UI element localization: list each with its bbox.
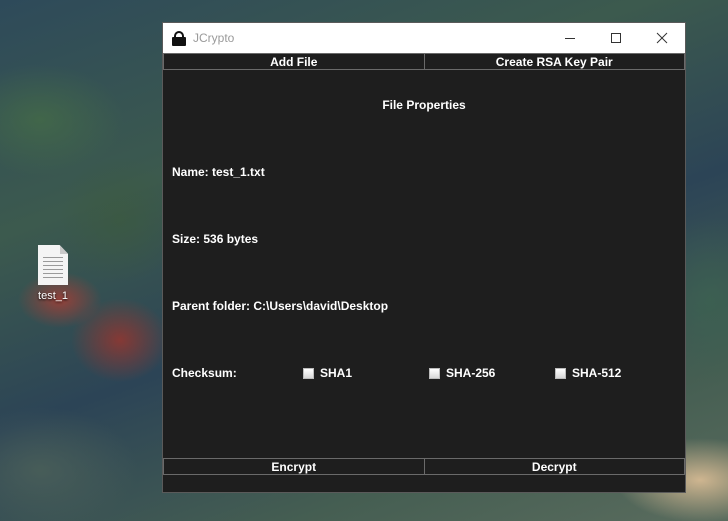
- desktop-icon-label: test_1: [38, 290, 68, 302]
- window-title: JCrypto: [193, 31, 235, 45]
- top-toolbar: Add File Create RSA Key Pair: [163, 53, 685, 70]
- sha256-label: SHA-256: [446, 366, 496, 380]
- maximize-button[interactable]: [593, 23, 639, 53]
- sha512-checkbox[interactable]: SHA-512: [555, 366, 621, 380]
- minimize-icon: [565, 38, 575, 39]
- file-size-label: Size: 536 bytes: [172, 232, 259, 246]
- minimize-button[interactable]: [547, 23, 593, 53]
- checkbox-box[interactable]: [303, 367, 314, 379]
- file-name-label: Name: test_1.txt: [172, 165, 265, 179]
- add-file-button[interactable]: Add File: [163, 53, 425, 70]
- sha512-label: SHA-512: [572, 366, 622, 380]
- create-rsa-key-pair-button[interactable]: Create RSA Key Pair: [424, 53, 685, 70]
- maximize-icon: [611, 33, 621, 43]
- sha1-label: SHA1: [320, 366, 353, 380]
- bottom-toolbar: Encrypt Decrypt: [163, 458, 685, 475]
- close-button[interactable]: [639, 23, 685, 53]
- file-properties-panel: File Properties Name: test_1.txt Size: 5…: [163, 70, 685, 475]
- lock-icon: [172, 30, 186, 46]
- sha1-checkbox[interactable]: SHA1: [303, 366, 352, 380]
- checksum-label: Checksum:: [172, 366, 237, 380]
- encrypt-button[interactable]: Encrypt: [163, 458, 425, 475]
- title-bar[interactable]: JCrypto: [163, 23, 685, 53]
- panel-heading: File Properties: [382, 98, 466, 112]
- decrypt-button[interactable]: Decrypt: [424, 458, 685, 475]
- checkbox-box[interactable]: [555, 367, 566, 379]
- checkbox-box[interactable]: [429, 367, 440, 379]
- close-icon: [656, 32, 668, 44]
- jcrypto-window: JCrypto Add File Create RSA Key Pair Fil…: [162, 22, 686, 493]
- desktop-file-test1[interactable]: test_1: [28, 245, 78, 302]
- text-file-icon: [38, 245, 68, 285]
- parent-folder-label: Parent folder: C:\Users\david\Desktop: [172, 299, 389, 313]
- sha256-checkbox[interactable]: SHA-256: [429, 366, 495, 380]
